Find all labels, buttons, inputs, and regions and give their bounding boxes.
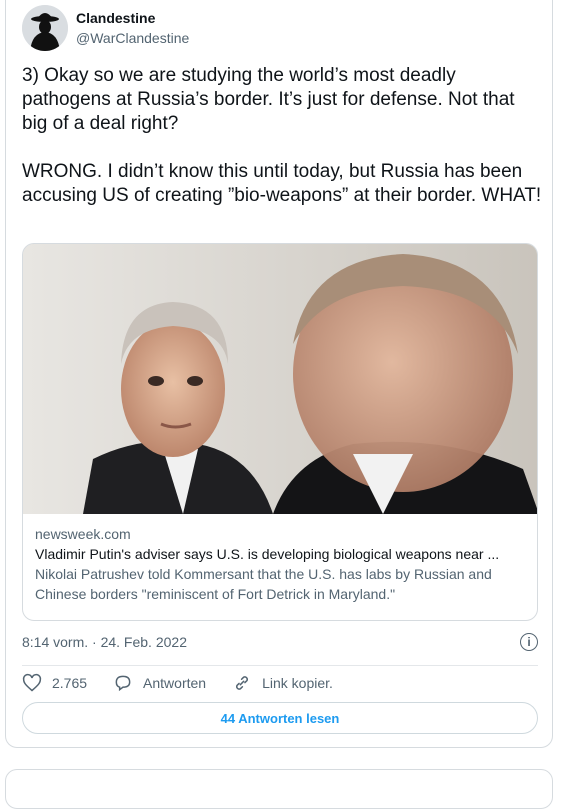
- divider: [22, 665, 538, 666]
- reply-label: Antworten: [143, 675, 207, 691]
- link-description: Nikolai Patrushev told Kommersant that t…: [35, 566, 492, 602]
- like-count: 2.765: [52, 675, 88, 691]
- tweet-header: Clandestine @WarClandestine: [22, 4, 189, 52]
- spy-silhouette-icon: [22, 5, 68, 51]
- heart-icon: [22, 673, 42, 692]
- link-icon: [236, 676, 249, 690]
- link-domain: newsweek.com: [35, 526, 131, 542]
- link-preview-card[interactable]: newsweek.com Vladimir Putin's adviser sa…: [22, 243, 538, 621]
- link-title: Vladimir Putin's adviser says U.S. is de…: [35, 546, 500, 562]
- display-name[interactable]: Clandestine: [76, 8, 189, 28]
- next-tweet-card: [5, 769, 553, 809]
- avatar[interactable]: [22, 5, 68, 51]
- tweet-text: 3) Okay so we are studying the world’s m…: [22, 65, 542, 206]
- copy-link-button[interactable]: Link kopier.: [232, 673, 333, 693]
- tweet-timestamp[interactable]: 8:14 vorm. · 24. Feb. 2022: [22, 634, 187, 650]
- reply-button[interactable]: Antworten: [113, 673, 206, 693]
- copy-link-label: Link kopier.: [262, 675, 333, 691]
- user-names: Clandestine @WarClandestine: [76, 8, 189, 48]
- info-icon[interactable]: i: [520, 633, 538, 651]
- link-preview-image: [23, 244, 537, 514]
- like-button[interactable]: 2.765: [22, 673, 87, 693]
- action-bar: 2.765 Antworten Link kopier.: [22, 672, 538, 694]
- tweet-meta: 8:14 vorm. · 24. Feb. 2022 i: [22, 632, 538, 652]
- read-replies-button[interactable]: 44 Antworten lesen: [22, 702, 538, 734]
- link-preview-meta: newsweek.com Vladimir Putin's adviser sa…: [23, 514, 537, 614]
- reply-icon: [115, 675, 131, 692]
- user-handle[interactable]: @WarClandestine: [76, 28, 189, 48]
- tweet-card: Clandestine @WarClandestine 3) Okay so w…: [5, 0, 553, 748]
